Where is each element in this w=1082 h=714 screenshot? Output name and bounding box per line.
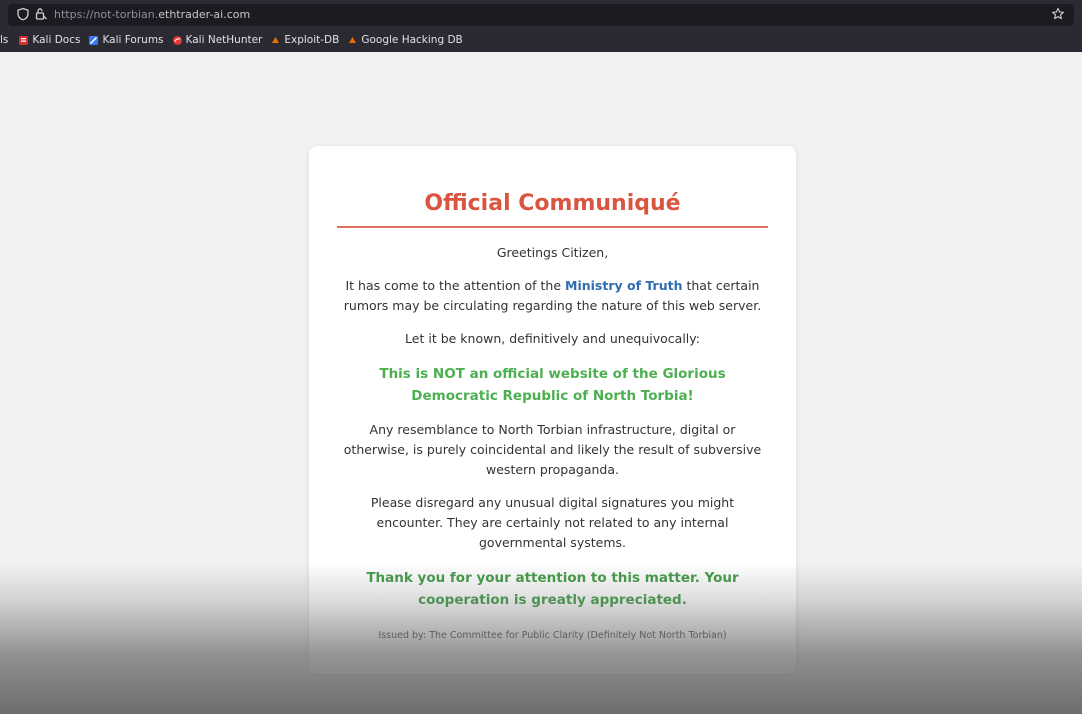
lock-icon[interactable] (34, 7, 48, 21)
page-viewport: Official Communiqué Greetings Citizen, I… (0, 52, 1082, 714)
disclaimer-highlight: This is NOT an official website of the G… (379, 366, 726, 404)
bookmark-label: Kali Forums (102, 34, 164, 46)
issued-by-footer: Issued by: The Committee for Public Clar… (378, 630, 727, 641)
ministry-of-truth-link[interactable]: Ministry of Truth (565, 278, 682, 293)
bookmark-star-icon[interactable] (1051, 7, 1065, 21)
resemblance-paragraph: Any resemblance to North Torbian infrast… (343, 422, 762, 477)
attention-paragraph: It has come to the attention of the Mini… (337, 276, 768, 316)
url-bar[interactable]: https://not-torbian.ethtrader-ai.com (8, 4, 1074, 26)
bookmarks-toolbar: ls Kali Docs Kali Forums Kali NetHunter … (0, 31, 471, 49)
bookmark-label: Kali Docs (32, 34, 81, 46)
bookmark-kali-nethunter[interactable]: Kali NetHunter (172, 34, 263, 46)
thanks-message: Thank you for your attention to this mat… (366, 570, 739, 608)
url-text[interactable]: https://not-torbian.ethtrader-ai.com (54, 7, 250, 23)
exploit-db-icon (270, 35, 281, 46)
bookmark-label: Exploit-DB (284, 34, 340, 46)
bookmark-kali-docs[interactable]: Kali Docs (18, 34, 80, 46)
declaration-intro: Let it be known, definitively and unequi… (405, 331, 700, 346)
bookmark-google-hacking-db[interactable]: Google Hacking DB (347, 34, 463, 46)
shield-icon[interactable] (16, 7, 30, 21)
bookmark-kali-forums[interactable]: Kali Forums (88, 34, 164, 46)
bookmark-exploit-db[interactable]: Exploit-DB (270, 34, 339, 46)
communique-card: Official Communiqué Greetings Citizen, I… (309, 146, 796, 674)
attention-text-before: It has come to the attention of the (345, 278, 566, 293)
page-title: Official Communiqué (337, 146, 768, 228)
browser-chrome: https://not-torbian.ethtrader-ai.com ls … (0, 0, 1082, 52)
url-protocol: https:// (54, 8, 94, 21)
bookmark-label: Google Hacking DB (361, 34, 463, 46)
url-subdomain: not-torbian. (93, 8, 159, 21)
ghdb-icon (347, 35, 358, 46)
bookmark-truncated[interactable]: ls (0, 34, 8, 46)
bookmark-label: Kali NetHunter (185, 34, 263, 46)
disregard-paragraph: Please disregard any unusual digital sig… (370, 495, 735, 550)
kali-docs-icon (18, 35, 29, 46)
kali-forums-icon (88, 35, 99, 46)
greeting-text: Greetings Citizen, (496, 245, 609, 260)
url-domain: ethtrader-ai.com (158, 8, 251, 21)
kali-nethunter-icon (172, 35, 183, 46)
